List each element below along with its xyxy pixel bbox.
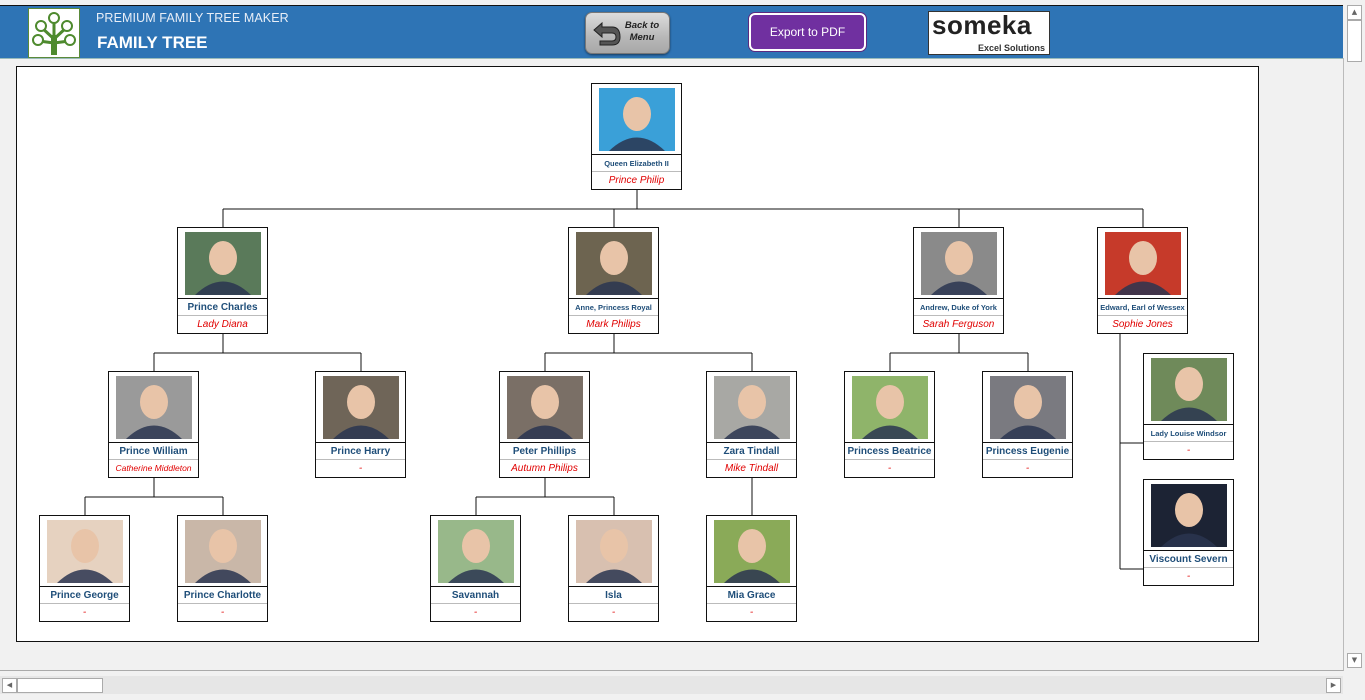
person-photo [507,376,583,439]
spouse-name: Sophie Jones [1112,319,1173,330]
spouse-name: - [358,463,363,474]
person-card[interactable]: Prince George - [39,515,130,622]
scroll-down-arrow-icon[interactable]: ▼ [1347,653,1362,668]
app-header: PREMIUM FAMILY TREE MAKER FAMILY TREE Ba… [0,5,1343,59]
person-card[interactable]: Savannah - [430,515,521,622]
person-photo [438,520,514,583]
person-photo [599,88,675,151]
person-card[interactable]: Princess Eugenie - [982,371,1073,478]
person-photo [185,232,261,295]
spouse-name: - [749,607,754,618]
tree-icon [32,12,76,55]
horizontal-scroll-thumb[interactable] [17,678,103,693]
person-name: Lady Louise Windsor [1144,424,1233,442]
spouse-name: - [473,607,478,618]
back-label-line1: Back to [624,20,660,31]
person-photo [1105,232,1181,295]
person-card[interactable]: Princess Beatrice - [844,371,935,478]
person-name: Anne, Princess Royal [569,298,658,316]
person-name: Princess Eugenie [983,442,1072,460]
person-card[interactable]: Viscount Severn - [1143,479,1234,586]
person-photo [323,376,399,439]
spouse-name: - [611,607,616,618]
person-card[interactable]: Prince Harry - [315,371,406,478]
person-name: Princess Beatrice [845,442,934,460]
spouse-name: Mike Tindall [724,463,779,474]
export-to-pdf-button[interactable]: Export to PDF [749,13,866,51]
person-card[interactable]: Prince William Catherine Middleton [108,371,199,478]
someka-logo[interactable]: someka Excel Solutions [928,10,1050,55]
person-photo [1151,358,1227,421]
person-card[interactable]: Peter Phillips Autumn Philips [499,371,590,478]
scroll-left-arrow-icon[interactable]: ◀ [2,678,17,693]
person-name: Queen Elizabeth II [592,154,681,172]
person-card[interactable]: Zara Tindall Mike Tindall [706,371,797,478]
spouse-name: Lady Diana [197,319,248,330]
person-name: Isla [569,586,658,604]
person-name: Prince Charlotte [178,586,267,604]
spouse-name: Sarah Ferguson [922,319,995,330]
person-photo [714,376,790,439]
person-photo [116,376,192,439]
person-name: Zara Tindall [707,442,796,460]
horizontal-scrollbar[interactable]: ◀ ▶ [0,676,1343,694]
person-card[interactable]: Queen Elizabeth II Prince Philip [591,83,682,190]
scroll-right-arrow-icon[interactable]: ▶ [1326,678,1341,693]
person-card[interactable]: Mia Grace - [706,515,797,622]
person-photo [921,232,997,295]
spouse-name: Autumn Philips [511,463,578,474]
spouse-name: Prince Philip [608,175,665,186]
spouse-name: - [887,463,892,474]
person-name: Edward, Earl of Wessex [1098,298,1187,316]
brand-tagline: Excel Solutions [977,43,1045,53]
person-photo [852,376,928,439]
person-card[interactable]: Anne, Princess Royal Mark Philips [568,227,659,334]
spouse-name: Catherine Middleton [115,463,192,473]
app-subtitle: PREMIUM FAMILY TREE MAKER [96,11,289,25]
person-name: Peter Phillips [500,442,589,460]
spouse-name: - [1186,445,1191,456]
vertical-scroll-thumb[interactable] [1347,20,1362,62]
vertical-scrollbar[interactable]: ▲ ▼ [1347,5,1362,670]
back-label-line2: Menu [629,32,655,43]
spouse-name: - [1025,463,1030,474]
person-name: Prince George [40,586,129,604]
page-title: FAMILY TREE [97,33,208,52]
brand-name: someka [932,10,1032,40]
spouse-name: - [82,607,87,618]
person-name: Viscount Severn [1144,550,1233,568]
person-card[interactable]: Prince Charles Lady Diana [177,227,268,334]
person-photo [576,232,652,295]
person-card[interactable]: Prince Charlotte - [177,515,268,622]
person-photo [576,520,652,583]
person-name: Mia Grace [707,586,796,604]
person-card[interactable]: Andrew, Duke of York Sarah Ferguson [913,227,1004,334]
person-name: Prince William [109,442,198,460]
person-photo [990,376,1066,439]
person-name: Prince Charles [178,298,267,316]
person-card[interactable]: Edward, Earl of Wessex Sophie Jones [1097,227,1188,334]
person-name: Andrew, Duke of York [914,298,1003,316]
person-name: Prince Harry [316,442,405,460]
spouse-name: - [220,607,225,618]
person-photo [185,520,261,583]
back-arrow-icon [593,21,621,46]
person-photo [1151,484,1227,547]
spouse-name: Mark Philips [586,319,641,330]
person-photo [714,520,790,583]
scroll-up-arrow-icon[interactable]: ▲ [1347,5,1362,20]
person-card[interactable]: Lady Louise Windsor - [1143,353,1234,460]
back-to-menu-label: Back to Menu [620,20,664,44]
spouse-name: - [1186,571,1191,582]
person-card[interactable]: Isla - [568,515,659,622]
person-photo [47,520,123,583]
family-tree-logo [28,8,80,58]
person-name: Savannah [431,586,520,604]
back-to-menu-button[interactable]: Back to Menu [585,12,670,54]
